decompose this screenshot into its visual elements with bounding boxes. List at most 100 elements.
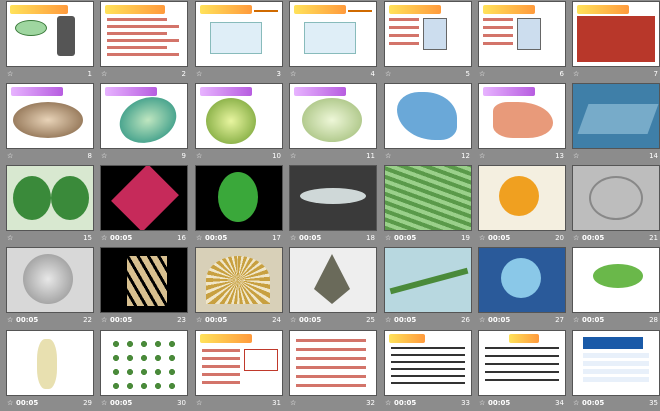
slide-thumbnail[interactable]: ☆ 12	[382, 82, 476, 164]
slide-thumbnail[interactable]: ☆ 00:05 27	[476, 246, 570, 328]
star-icon[interactable]: ☆	[196, 232, 202, 244]
slide-preview[interactable]	[573, 84, 659, 148]
slide-preview[interactable]	[290, 2, 376, 66]
slide-preview[interactable]	[196, 166, 282, 230]
star-icon[interactable]: ☆	[7, 397, 13, 409]
slide-preview[interactable]	[7, 166, 93, 230]
slide-thumbnail[interactable]: ☆ 14	[570, 82, 660, 164]
star-icon[interactable]: ☆	[573, 397, 579, 409]
slide-thumbnail[interactable]: ☆ 10	[193, 82, 287, 164]
star-icon[interactable]: ☆	[290, 232, 296, 244]
star-icon[interactable]: ☆	[196, 150, 202, 162]
slide-preview[interactable]	[290, 248, 376, 312]
star-icon[interactable]: ☆	[196, 314, 202, 326]
star-icon[interactable]: ☆	[290, 397, 296, 409]
slide-thumbnail[interactable]: ☆ 00:05 28	[570, 246, 660, 328]
star-icon[interactable]: ☆	[7, 150, 13, 162]
slide-thumbnail[interactable]: ☆ 7	[570, 0, 660, 82]
star-icon[interactable]: ☆	[7, 68, 13, 80]
star-icon[interactable]: ☆	[196, 397, 202, 409]
star-icon[interactable]: ☆	[479, 232, 485, 244]
star-icon[interactable]: ☆	[290, 314, 296, 326]
slide-thumbnail[interactable]: ☆ 00:05 19	[382, 164, 476, 246]
slide-preview[interactable]	[573, 248, 659, 312]
slide-preview[interactable]	[101, 248, 187, 312]
slide-preview[interactable]	[385, 2, 471, 66]
slide-thumbnail[interactable]: ☆ 15	[4, 164, 98, 246]
slide-thumbnail[interactable]: ☆ 00:05 30	[98, 329, 192, 411]
slide-preview[interactable]	[385, 331, 471, 395]
slide-thumbnail[interactable]: ☆ 00:05 16	[98, 164, 192, 246]
slide-thumbnail[interactable]: ☆ 31	[193, 329, 287, 411]
slide-preview[interactable]	[479, 331, 565, 395]
star-icon[interactable]: ☆	[7, 314, 13, 326]
slide-thumbnail[interactable]: ☆ 00:05 23	[98, 246, 192, 328]
star-icon[interactable]: ☆	[101, 150, 107, 162]
star-icon[interactable]: ☆	[290, 68, 296, 80]
slide-thumbnail[interactable]: ☆ 3	[193, 0, 287, 82]
slide-thumbnail[interactable]: ☆ 5	[382, 0, 476, 82]
slide-thumbnail[interactable]: ☆ 00:05 17	[193, 164, 287, 246]
star-icon[interactable]: ☆	[479, 68, 485, 80]
slide-thumbnail[interactable]: ☆ 4	[287, 0, 381, 82]
slide-preview[interactable]	[479, 166, 565, 230]
star-icon[interactable]: ☆	[101, 232, 107, 244]
star-icon[interactable]: ☆	[101, 68, 107, 80]
slide-preview[interactable]	[101, 2, 187, 66]
star-icon[interactable]: ☆	[479, 314, 485, 326]
slide-preview[interactable]	[290, 331, 376, 395]
star-icon[interactable]: ☆	[573, 150, 579, 162]
slide-preview[interactable]	[573, 166, 659, 230]
slide-thumbnail[interactable]: ☆ 32	[287, 329, 381, 411]
slide-thumbnail[interactable]: ☆ 8	[4, 82, 98, 164]
slide-preview[interactable]	[7, 331, 93, 395]
slide-thumbnail[interactable]: ☆ 00:05 29	[4, 329, 98, 411]
slide-preview[interactable]	[7, 84, 93, 148]
slide-thumbnail[interactable]: ☆ 13	[476, 82, 570, 164]
slide-thumbnail[interactable]: ☆ 1	[4, 0, 98, 82]
slide-thumbnail[interactable]: ☆ 00:05 26	[382, 246, 476, 328]
slide-preview[interactable]	[101, 84, 187, 148]
slide-thumbnail[interactable]: ☆ 00:05 21	[570, 164, 660, 246]
star-icon[interactable]: ☆	[7, 232, 13, 244]
slide-thumbnail[interactable]: ☆ 00:05 22	[4, 246, 98, 328]
slide-thumbnail[interactable]: ☆ 00:05 33	[382, 329, 476, 411]
star-icon[interactable]: ☆	[573, 232, 579, 244]
star-icon[interactable]: ☆	[479, 150, 485, 162]
slide-preview[interactable]	[479, 84, 565, 148]
star-icon[interactable]: ☆	[573, 68, 579, 80]
slide-thumbnail[interactable]: ☆ 00:05 20	[476, 164, 570, 246]
star-icon[interactable]: ☆	[385, 68, 391, 80]
slide-preview[interactable]	[479, 2, 565, 66]
slide-thumbnail[interactable]: ☆ 00:05 25	[287, 246, 381, 328]
slide-preview[interactable]	[385, 84, 471, 148]
slide-preview[interactable]	[290, 166, 376, 230]
slide-thumbnail[interactable]: ☆ 9	[98, 82, 192, 164]
slide-thumbnail[interactable]: ☆ 6	[476, 0, 570, 82]
slide-preview[interactable]	[101, 331, 187, 395]
star-icon[interactable]: ☆	[196, 68, 202, 80]
star-icon[interactable]: ☆	[385, 232, 391, 244]
slide-preview[interactable]	[290, 84, 376, 148]
star-icon[interactable]: ☆	[101, 397, 107, 409]
star-icon[interactable]: ☆	[385, 397, 391, 409]
slide-thumbnail[interactable]: ☆ 00:05 35	[570, 329, 660, 411]
star-icon[interactable]: ☆	[385, 314, 391, 326]
slide-preview[interactable]	[196, 248, 282, 312]
slide-preview[interactable]	[479, 248, 565, 312]
slide-preview[interactable]	[7, 248, 93, 312]
slide-preview[interactable]	[101, 166, 187, 230]
slide-preview[interactable]	[196, 331, 282, 395]
slide-thumbnail[interactable]: ☆ 2	[98, 0, 192, 82]
slide-thumbnail[interactable]: ☆ 11	[287, 82, 381, 164]
slide-preview[interactable]	[573, 331, 659, 395]
slide-preview[interactable]	[385, 166, 471, 230]
star-icon[interactable]: ☆	[101, 314, 107, 326]
slide-thumbnail[interactable]: ☆ 00:05 34	[476, 329, 570, 411]
slide-preview[interactable]	[196, 84, 282, 148]
slide-preview[interactable]	[573, 2, 659, 66]
star-icon[interactable]: ☆	[385, 150, 391, 162]
slide-preview[interactable]	[196, 2, 282, 66]
slide-preview[interactable]	[7, 2, 93, 66]
star-icon[interactable]: ☆	[479, 397, 485, 409]
